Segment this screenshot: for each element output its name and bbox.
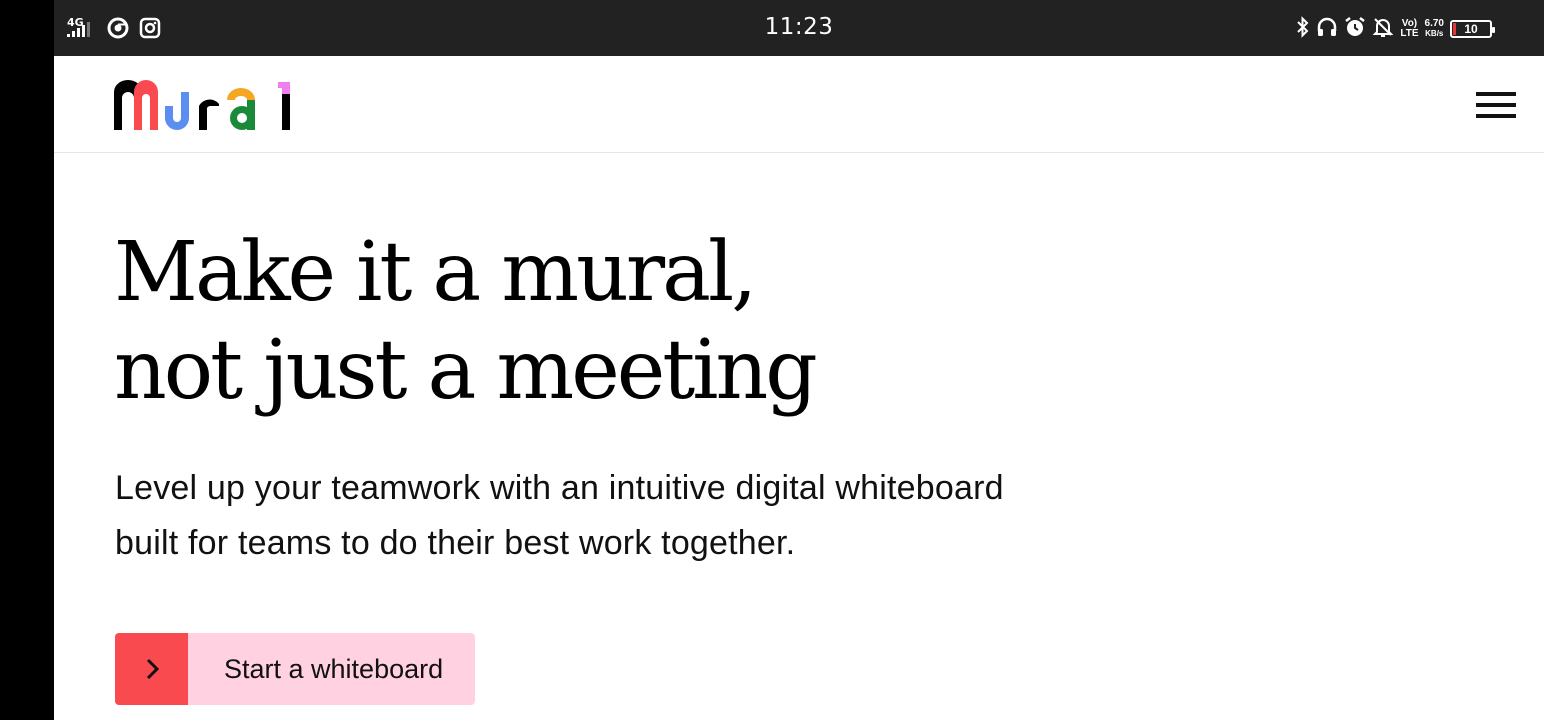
menu-bar-bottom [1476,114,1516,118]
volte-label: Vo) [1401,17,1418,29]
site-header [54,56,1544,153]
battery-icon: 10 [1450,19,1495,38]
menu-bar-middle [1476,103,1516,107]
mural-logo[interactable] [114,78,292,137]
bluetooth-icon [1296,16,1310,41]
alarm-icon [1344,16,1366,41]
lte-label: LTE [1400,27,1419,39]
hamburger-menu-icon[interactable] [1476,92,1516,120]
left-black-bar [0,0,54,720]
start-whiteboard-button[interactable]: Start a whiteboard [115,633,475,705]
volte-indicator: Vo) LTE [1400,17,1419,39]
chevron-right-icon [115,633,188,705]
status-right-icons: Vo) LTE 6.70 KB/s 10 [1296,16,1495,41]
hero-title-line-2: not just a meeting [114,323,818,418]
hero-subtitle: Level up your teamwork with an intuitive… [115,469,1004,562]
web-page: Make it a mural, not just a meeting Leve… [54,56,1544,720]
status-bar: 4G 11:23 Vo) LTE 6.70 KB/s 10 [54,0,1544,56]
hero-title: Make it a mural, not just a meeting [114,224,818,420]
network-speed: 6.70 KB/s [1424,17,1444,39]
hero-title-line-1: Make it a mural, [114,225,757,320]
start-whiteboard-label: Start a whiteboard [224,653,444,684]
battery-level: 10 [1464,21,1478,36]
speed-value: 6.70 [1424,17,1444,29]
speed-unit: KB/s [1425,28,1444,38]
menu-bar-top [1476,92,1516,96]
headphones-icon [1316,16,1338,41]
bell-off-icon [1372,16,1394,41]
mural-logo-icon [114,80,290,130]
